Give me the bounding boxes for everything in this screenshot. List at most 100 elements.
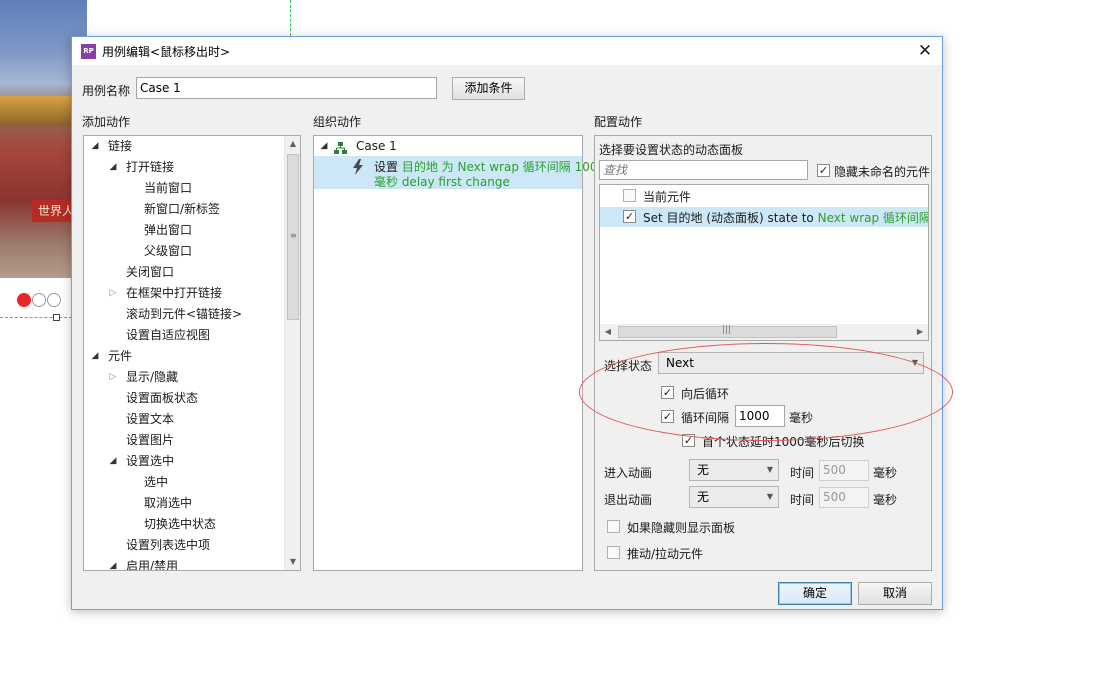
slider-dot[interactable] [32,293,46,307]
exit-anim-value: 无 [697,490,710,504]
panel-select-label: 选择要设置状态的动态面板 [599,143,744,157]
ok-button[interactable]: 确定 [778,582,852,605]
tree-item[interactable]: 滚动到元件<锚链接> [84,304,283,325]
close-button[interactable]: ✕ [914,40,936,62]
expand-arrow-icon[interactable]: ◢ [319,136,329,157]
case-name-input[interactable]: Case 1 [136,77,437,99]
delay-first-label: 首个状态延时1000毫秒后切换 [702,435,865,449]
tree-item-label: 关闭窗口 [126,265,175,279]
action-prefix: 设置 [374,160,399,174]
tree-item[interactable]: ◢ 链接 [84,136,283,157]
interval-unit: 毫秒 [789,411,814,425]
add-actions-header: 添加动作 [82,115,131,129]
collapse-arrow-icon[interactable]: ◢ [108,556,118,570]
tree-item[interactable]: ◢ 启用/禁用 [84,556,283,570]
select-state-label: 选择状态 [604,359,653,373]
tree-item[interactable]: ◢ 打开链接 [84,157,283,178]
tree-item[interactable]: 选中 [84,472,283,493]
axure-app-icon: RP [81,44,96,59]
enter-time-input[interactable]: 500 [819,460,869,481]
tree-item[interactable]: 设置文本 [84,409,283,430]
tree-item-label: 滚动到元件<锚链接> [126,307,243,321]
interval-checkbox[interactable]: ✓ [661,410,674,423]
widget-list-hscrollbar[interactable]: ◀ ||| ▶ [600,324,928,340]
scroll-left-icon[interactable]: ◀ [600,324,616,340]
tree-item-label: 链接 [108,139,133,153]
hide-unnamed-label: 隐藏未命名的元件 [834,165,931,179]
tree-item-label: 设置列表选中项 [126,538,211,552]
grip-icon: ||| [722,325,732,335]
expand-arrow-icon[interactable]: ▷ [108,367,118,388]
widget-checkbox-current[interactable] [623,189,636,202]
tree-item[interactable]: 设置图片 [84,430,283,451]
tree-item[interactable]: ▷ 显示/隐藏 [84,367,283,388]
add-condition-button[interactable]: 添加条件 [452,77,525,100]
dialog-title: 用例编辑<鼠标移出时> [102,45,231,59]
scroll-thumb[interactable]: ≡ [287,154,299,320]
widget-list: 当前元件 ✓ Set 目的地 (动态面板) state to Next wrap… [599,184,929,341]
exit-time-input[interactable]: 500 [819,487,869,508]
push-pull-checkbox[interactable] [607,546,620,559]
lightning-icon [352,159,364,178]
config-actions-header: 配置动作 [594,115,643,129]
tree-item[interactable]: 设置自适应视图 [84,325,283,346]
slider-dot[interactable] [47,293,61,307]
hide-unnamed-checkbox[interactable]: ✓ [817,164,830,177]
tree-item[interactable]: ▷ 在框架中打开链接 [84,283,283,304]
widget-item-detail: Next wrap 循环间隔 1000 毫秒 [817,211,929,225]
tree-item-label: 设置面板状态 [126,391,199,405]
select-state-dropdown[interactable]: Next ▼ [658,352,924,374]
tree-item[interactable]: 设置面板状态 [84,388,283,409]
case-node[interactable]: ◢ Case 1 [314,136,582,157]
slider-dot[interactable] [17,293,31,307]
tree-item[interactable]: 切换选中状态 [84,514,283,535]
delay-first-checkbox[interactable]: ✓ [682,434,695,447]
tree-item-label: 切换选中状态 [144,517,217,531]
tree-item[interactable]: 取消选中 [84,493,283,514]
action-text-line2: 毫秒 delay first change [374,175,510,189]
guide-line-horizontal [0,317,72,318]
tree-item[interactable]: 关闭窗口 [84,262,283,283]
tree-item[interactable]: 设置列表选中项 [84,535,283,556]
tree-item[interactable]: 父级窗口 [84,241,283,262]
expand-arrow-icon[interactable]: ▷ [108,283,118,304]
enter-anim-value: 无 [697,463,710,477]
collapse-arrow-icon[interactable]: ◢ [90,346,100,367]
tree-item[interactable]: 当前窗口 [84,178,283,199]
scroll-up-icon[interactable]: ▲ [285,136,300,152]
scroll-down-icon[interactable]: ▼ [285,554,300,570]
tree-item[interactable]: 新窗口/新标签 [84,199,283,220]
action-text-line1: 设置 目的地 为 Next wrap 循环间隔 1000 [374,160,605,175]
widget-checkbox-target[interactable]: ✓ [623,210,636,223]
action-detail: 目的地 为 Next wrap 循环间隔 1000 [401,160,606,174]
wrap-checkbox[interactable]: ✓ [661,386,674,399]
tree-item[interactable]: ◢ 设置选中 [84,451,283,472]
organize-actions-tree: ◢ Case 1 设置 目的地 为 Next wrap 循环间隔 1000 毫秒… [313,135,605,571]
show-if-hidden-checkbox[interactable] [607,520,620,533]
tree-item-label: 当前窗口 [144,181,193,195]
scroll-right-icon[interactable]: ▶ [912,324,928,340]
exit-anim-dropdown[interactable]: 无 ▼ [689,486,779,508]
hscroll-thumb[interactable]: ||| [618,325,837,338]
cancel-button[interactable]: 取消 [858,582,932,605]
enter-anim-dropdown[interactable]: 无 ▼ [689,459,779,481]
collapse-arrow-icon[interactable]: ◢ [108,157,118,178]
tree-item-label: 在框架中打开链接 [126,286,223,300]
widget-search-input[interactable] [599,160,808,180]
close-icon: ✕ [917,41,933,61]
interval-input[interactable]: 1000 [735,405,785,427]
add-actions-scrollbar[interactable]: ▲ ≡ ▼ [284,136,300,570]
widget-item-current[interactable]: 当前元件 [643,188,691,205]
tree-item-label: 元件 [108,349,133,363]
selection-handle[interactable] [53,314,60,321]
exit-time-unit: 毫秒 [873,493,898,507]
collapse-arrow-icon[interactable]: ◢ [90,136,100,157]
tree-item-label: 弹出窗口 [144,223,193,237]
tree-item-label: 选中 [144,475,169,489]
collapse-arrow-icon[interactable]: ◢ [108,451,118,472]
slider-dots [17,293,61,307]
tree-item[interactable]: ◢ 元件 [84,346,283,367]
grip-icon: ≡ [290,231,297,240]
case-label: Case 1 [356,139,397,153]
tree-item[interactable]: 弹出窗口 [84,220,283,241]
